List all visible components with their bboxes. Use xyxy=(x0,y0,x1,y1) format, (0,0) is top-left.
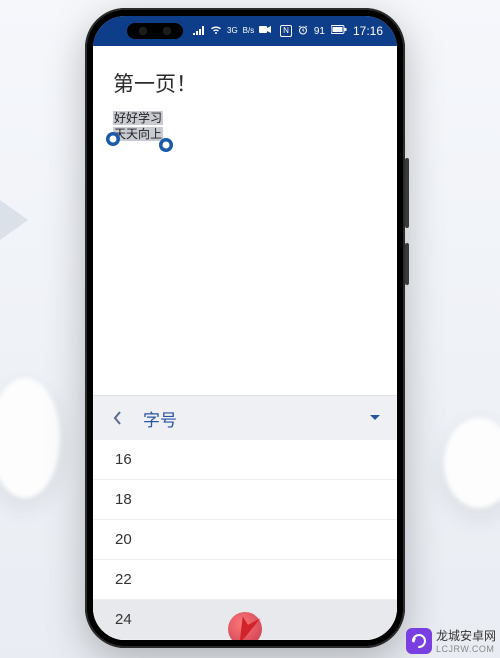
font-size-option[interactable]: 18 xyxy=(93,480,397,520)
panel-title: 字号 xyxy=(143,406,177,431)
status-bar: 3G B/s N 91 17:16 xyxy=(93,16,397,46)
font-size-list: 16 18 20 22 24 xyxy=(93,440,397,640)
watermark-logo-icon xyxy=(406,628,432,654)
speed-label: B/s xyxy=(243,27,255,35)
signal-icon xyxy=(193,25,205,38)
watermark: 龙城安卓网 LCJRW.COM xyxy=(406,627,496,654)
selected-text[interactable]: 好好学习 天天向上 xyxy=(113,110,163,142)
battery-icon xyxy=(331,25,347,37)
selection-handle-end[interactable] xyxy=(159,132,173,152)
nfc-icon: N xyxy=(280,25,292,37)
camera-cutout xyxy=(127,23,183,39)
power-button xyxy=(405,243,409,285)
video-icon xyxy=(259,25,271,37)
watermark-brand: 龙城安卓网 xyxy=(436,627,496,644)
page-title: 第一页！ xyxy=(113,68,377,98)
font-size-panel: 字号 16 18 20 22 24 xyxy=(93,395,397,640)
dropdown-button[interactable] xyxy=(363,406,387,430)
wifi-icon xyxy=(210,25,222,38)
clock-time: 17:16 xyxy=(353,24,383,38)
panel-header: 字号 xyxy=(93,396,397,440)
volume-button xyxy=(405,158,409,228)
watermark-url: LCJRW.COM xyxy=(436,644,496,654)
network-type-label: 3G xyxy=(227,27,238,35)
document-editor[interactable]: 第一页！ 好好学习 天天向上 xyxy=(93,46,397,395)
font-size-option[interactable]: 16 xyxy=(93,440,397,480)
phone-frame: 3G B/s N 91 17:16 第一页！ xyxy=(85,8,405,648)
alarm-icon xyxy=(298,25,308,38)
battery-pct: 91 xyxy=(314,26,325,37)
font-size-option[interactable]: 20 xyxy=(93,520,397,560)
phone-screen: 3G B/s N 91 17:16 第一页！ xyxy=(93,16,397,640)
back-button[interactable] xyxy=(103,403,133,433)
font-size-option[interactable]: 22 xyxy=(93,560,397,600)
selection-line-1: 好好学习 xyxy=(113,111,163,125)
selection-handle-start[interactable] xyxy=(106,126,120,146)
selection-line-2: 天天向上 xyxy=(113,127,163,141)
